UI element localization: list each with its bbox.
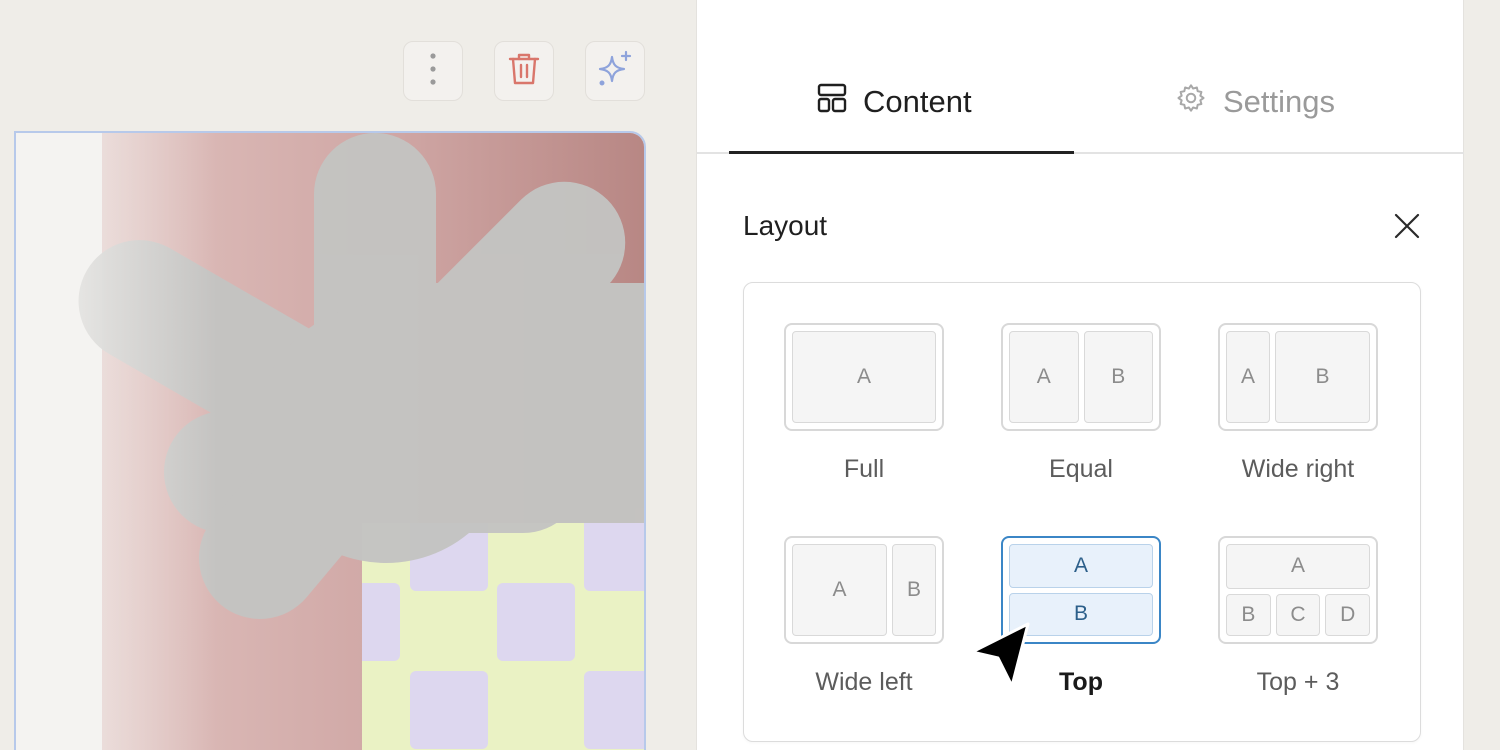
layout-cell: A: [792, 544, 887, 636]
layout-thumbnail: A: [784, 323, 944, 431]
layout-thumbnail: A B: [1218, 323, 1378, 431]
trash-icon: [507, 51, 541, 92]
layout-option-wide-right[interactable]: A B Wide right: [1218, 323, 1378, 484]
active-tab-indicator: [729, 151, 1074, 154]
tab-settings-label: Settings: [1223, 84, 1336, 119]
ai-assist-button[interactable]: [585, 41, 645, 101]
sparkle-icon: [595, 49, 635, 94]
vertical-dots-icon: [429, 52, 437, 91]
layout-cell: C: [1275, 593, 1321, 636]
layout-option-top-plus-3[interactable]: A B C D Top + 3: [1218, 536, 1378, 697]
layout-option-wide-left[interactable]: A B Wide left: [784, 536, 944, 697]
layout-options-card: A Full A B Equal A B Wide right A B Wide…: [743, 282, 1421, 742]
layout-thumbnail: A B: [1001, 323, 1161, 431]
gear-icon: [1175, 82, 1207, 122]
tab-content-label: Content: [863, 84, 972, 119]
mouse-pointer-icon: [968, 620, 1032, 695]
layout-thumbnail: A B: [784, 536, 944, 644]
layout-icon: [817, 83, 847, 121]
layout-option-label: Equal: [1049, 455, 1113, 483]
layout-option-full[interactable]: A Full: [784, 323, 944, 484]
layout-cell: B: [1226, 593, 1271, 636]
layout-option-equal[interactable]: A B Equal: [1001, 323, 1161, 484]
tab-settings[interactable]: Settings: [1175, 74, 1335, 130]
close-icon: [1393, 212, 1421, 245]
layout-cell: B: [1275, 331, 1370, 423]
layout-cell: A: [1226, 544, 1370, 589]
layout-cell: B: [892, 544, 936, 636]
delete-button[interactable]: [494, 41, 554, 101]
layout-thumbnail: A B C D: [1218, 536, 1378, 644]
layout-option-label: Wide left: [815, 668, 913, 696]
tab-content[interactable]: Content: [817, 74, 972, 130]
layout-option-label: Full: [843, 455, 885, 483]
properties-panel: Content Settings Layout A Full A B Equal…: [696, 0, 1465, 750]
flower-shape: [78, 133, 644, 619]
layout-cell: A: [1226, 331, 1270, 423]
layout-cell: A: [1009, 331, 1079, 423]
layout-section-title: Layout: [743, 210, 828, 241]
layout-cell: A: [1009, 544, 1153, 588]
layout-option-label: Top: [1059, 668, 1103, 696]
layout-cell: D: [1325, 593, 1371, 636]
canvas-image-block[interactable]: [14, 131, 646, 750]
layout-option-label: Wide right: [1241, 455, 1355, 483]
layout-option-label: Top + 3: [1256, 668, 1340, 696]
right-background: [1464, 0, 1500, 750]
close-layout-button[interactable]: [1391, 212, 1423, 244]
layout-cell: A: [792, 331, 936, 423]
more-options-button[interactable]: [403, 41, 463, 101]
layout-cell: B: [1083, 331, 1153, 423]
